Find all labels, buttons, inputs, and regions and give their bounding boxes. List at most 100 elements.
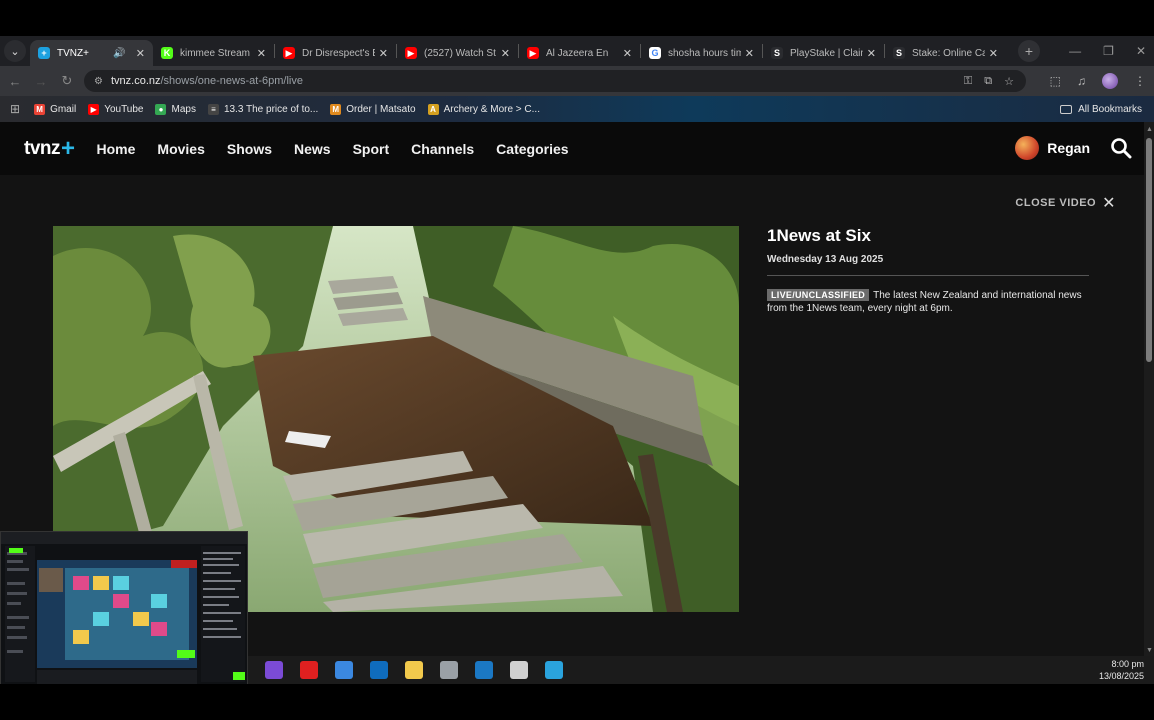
- tab-title: shosha hours tim: [668, 47, 741, 59]
- close-video-label: CLOSE VIDEO: [1015, 197, 1097, 209]
- browser-menu-icon[interactable]: ⋮: [1134, 74, 1146, 88]
- folder-icon[interactable]: [405, 661, 423, 679]
- show-info-panel: 1News at Six Wednesday 13 Aug 2025 LIVE/…: [767, 226, 1089, 315]
- scrollbar-thumb[interactable]: [1146, 138, 1152, 362]
- bookmark-item[interactable]: M Gmail: [34, 103, 77, 115]
- telegram-icon[interactable]: [545, 661, 563, 679]
- url-domain: tvnz.co.nz: [110, 75, 161, 87]
- close-video-button[interactable]: CLOSE VIDEO ✕: [1015, 193, 1116, 213]
- tab-close-icon[interactable]: ✕: [257, 47, 266, 60]
- scroll-up-icon[interactable]: ▲: [1146, 126, 1153, 133]
- browser-tab[interactable]: S Stake: Online Cas ✕: [885, 40, 1006, 66]
- nav-sport[interactable]: Sport: [353, 141, 390, 157]
- close-icon: ✕: [1102, 195, 1116, 212]
- bookmark-item[interactable]: ▶ YouTube: [88, 103, 143, 115]
- nav-shows[interactable]: Shows: [227, 141, 272, 157]
- main-nav: Home Movies Shows News Sport Channels Ca…: [97, 141, 569, 157]
- page-scrollbar[interactable]: ▲ ▼: [1144, 122, 1154, 656]
- windows-taskbar: 8:00 pm 13/08/2025: [248, 656, 1154, 684]
- classification-badge: LIVE/UNCLASSIFIED: [767, 289, 870, 301]
- forward-arrow-icon[interactable]: →: [28, 74, 54, 89]
- tab-close-icon[interactable]: ✕: [745, 47, 754, 60]
- bookmark-favicon-icon: A: [427, 103, 439, 115]
- media-control-icon[interactable]: ♫: [1077, 74, 1086, 88]
- address-bar[interactable]: ⚙ tvnz.co.nz/shows/one-news-at-6pm/live …: [84, 70, 1026, 92]
- browser-tab[interactable]: S PlayStake | Claim ✕: [763, 40, 884, 66]
- bookmark-item[interactable]: ● Maps: [155, 103, 196, 115]
- tvnz-plus-logo[interactable]: tvnz +: [24, 135, 75, 163]
- extensions-puzzle-icon[interactable]: ⬚: [1050, 74, 1061, 88]
- scroll-down-icon[interactable]: ▼: [1146, 647, 1153, 654]
- tab-title: TVNZ+: [57, 47, 89, 59]
- show-date: Wednesday 13 Aug 2025: [767, 254, 884, 265]
- window-controls: — ❐ ✕: [1069, 36, 1146, 66]
- minimize-icon[interactable]: —: [1069, 44, 1081, 58]
- password-key-icon[interactable]: ⚿: [964, 75, 972, 88]
- all-bookmarks-button[interactable]: All Bookmarks: [1060, 96, 1142, 122]
- tab-close-icon[interactable]: ✕: [136, 47, 145, 60]
- nav-home[interactable]: Home: [97, 141, 136, 157]
- bookmark-label: Gmail: [50, 103, 77, 115]
- stream-overlay-thumbnail: [0, 531, 248, 685]
- back-arrow-icon[interactable]: ←: [2, 74, 28, 89]
- install-app-icon[interactable]: ⧉: [984, 75, 992, 88]
- clock-date: 13/08/2025: [1098, 671, 1144, 681]
- browser-tab[interactable]: + TVNZ+ 🔊 ✕: [30, 40, 153, 66]
- tab-title: Al Jazeera En: [546, 47, 609, 59]
- close-window-icon[interactable]: ✕: [1136, 44, 1146, 58]
- tab-close-icon[interactable]: ✕: [623, 47, 632, 60]
- system-clock[interactable]: 8:00 pm 13/08/2025: [1099, 658, 1144, 682]
- outlook-icon[interactable]: [370, 661, 388, 679]
- tab-search-chevron-icon[interactable]: ⌄: [4, 40, 26, 62]
- apps-grid-icon[interactable]: ⊞: [10, 102, 20, 116]
- maximize-icon[interactable]: ❐: [1103, 44, 1114, 58]
- tab-close-icon[interactable]: ✕: [379, 47, 388, 60]
- bookmark-label: Order | Matsato: [346, 103, 416, 115]
- tab-close-icon[interactable]: ✕: [989, 47, 998, 60]
- new-tab-button[interactable]: +: [1018, 40, 1040, 62]
- tab-title: (2527) Watch St: [424, 47, 496, 59]
- nav-movies[interactable]: Movies: [157, 141, 204, 157]
- profile-avatar-icon[interactable]: [1102, 73, 1118, 89]
- tab-close-icon[interactable]: ✕: [501, 47, 510, 60]
- search-icon[interactable]: [1110, 137, 1132, 159]
- logo-plus: +: [61, 134, 75, 162]
- bookmark-item[interactable]: ≡ 13.3 The price of to...: [207, 103, 319, 115]
- nav-news[interactable]: News: [294, 141, 331, 157]
- reload-icon[interactable]: ↻: [54, 73, 80, 89]
- feather-app-icon[interactable]: [440, 661, 458, 679]
- nav-channels[interactable]: Channels: [411, 141, 474, 157]
- nav-categories[interactable]: Categories: [496, 141, 568, 157]
- tab-audio-icon[interactable]: 🔊: [113, 48, 125, 59]
- tab-favicon-icon: ▶: [405, 47, 417, 59]
- bookmarks-bar: ⊞ M Gmail ▶ YouTube ● Maps ≡ 13.3 The price of …: [0, 96, 1154, 122]
- browser-tab[interactable]: ▶ (2527) Watch St ✕: [397, 40, 518, 66]
- user-profile-button[interactable]: Regan: [1015, 136, 1090, 160]
- tab-title: Dr Disrespect's Bl: [302, 47, 375, 59]
- store-icon[interactable]: [335, 661, 353, 679]
- bookmark-label: Archery & More > C...: [443, 103, 540, 115]
- bookmark-item[interactable]: M Order | Matsato: [330, 103, 416, 115]
- bookmark-label: Maps: [171, 103, 196, 115]
- site-header: tvnz + Home Movies Shows News Sport Chann…: [0, 122, 1144, 175]
- browser-tab[interactable]: Kkimmee Stream - ✕: [153, 40, 274, 66]
- settings-gear-icon[interactable]: [510, 661, 528, 679]
- user-avatar: [1015, 136, 1040, 160]
- browser-tab[interactable]: Gshosha hours tim ✕: [641, 40, 762, 66]
- tab-close-icon[interactable]: ✕: [867, 47, 876, 60]
- browser-tab-strip: ⌄ + TVNZ+ 🔊 ✕ Kkimmee Stream - ✕ ▶ Dr Disrespe…: [0, 36, 1154, 66]
- bookmark-star-icon[interactable]: ☆: [1004, 75, 1014, 88]
- screen-top-border: [0, 0, 1154, 36]
- bookmark-label: 13.3 The price of to...: [223, 103, 319, 115]
- lightning-app-icon[interactable]: [300, 661, 318, 679]
- folder-icon: [1060, 104, 1073, 114]
- twitch-icon[interactable]: [265, 661, 283, 679]
- browser-tab[interactable]: ▶ Al Jazeera En ✕: [519, 40, 640, 66]
- steam-icon[interactable]: [475, 661, 493, 679]
- show-description-block: LIVE/UNCLASSIFIED The latest New Zealand …: [767, 289, 1089, 315]
- browser-tab[interactable]: ▶ Dr Disrespect's Bl ✕: [275, 40, 396, 66]
- bookmark-item[interactable]: A Archery & More > C...: [427, 103, 540, 115]
- site-info-icon[interactable]: ⚙: [94, 76, 103, 87]
- tab-favicon-icon: G: [649, 47, 661, 59]
- clock-time: 8:00 pm: [1111, 659, 1144, 669]
